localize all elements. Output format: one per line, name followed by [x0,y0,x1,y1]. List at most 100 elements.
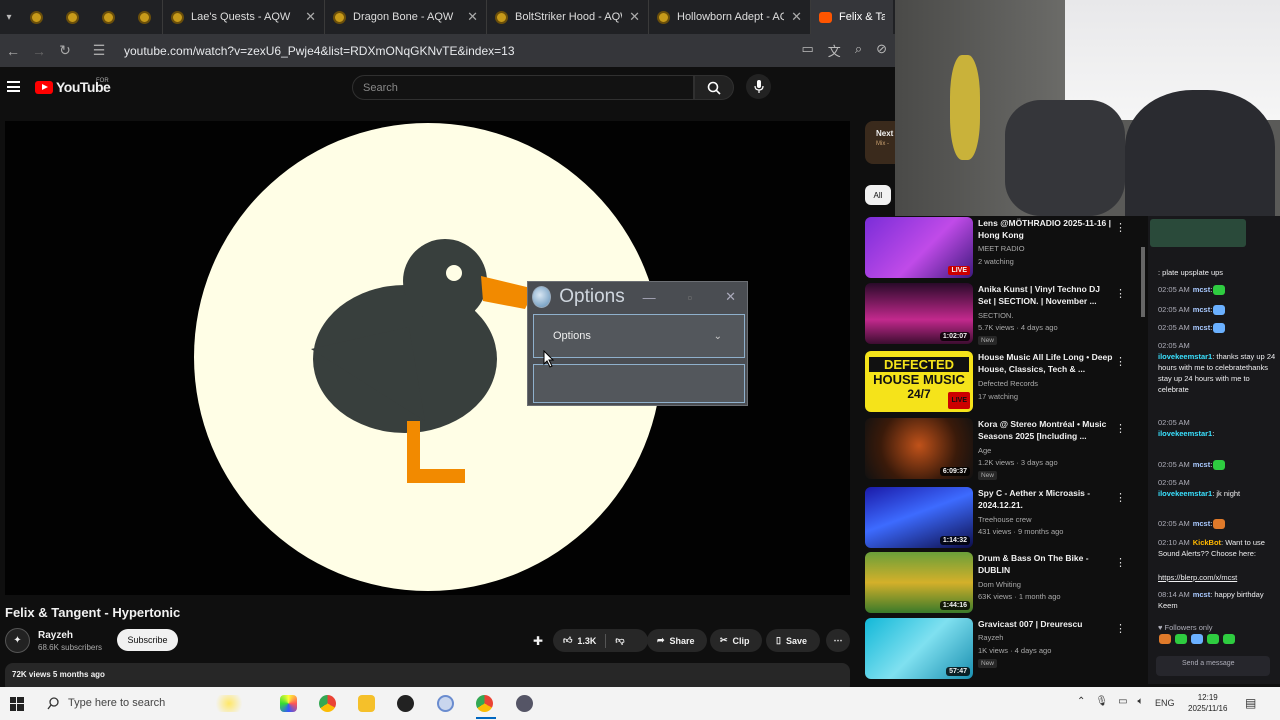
close-tab-icon[interactable]: ✕ [791,9,802,25]
back-icon[interactable]: ← [0,43,26,59]
recommendation-item[interactable]: 57:47 Gravicast 007 | Dreurescu Rayzeh 1… [865,618,1145,680]
video-thumbnail[interactable]: 1:02:07 [865,283,973,344]
channel-avatar[interactable]: ✦ [5,628,30,653]
close-icon[interactable]: ✕ [714,289,747,305]
recommendation-item[interactable]: 1:44:16 Drum & Bass On The Bike - DUBLIN… [865,552,1145,614]
video-thumbnail[interactable]: 1:14:32 [865,487,973,548]
chat-message: 02:05 AM mcst: [1158,518,1276,530]
video-thumbnail[interactable]: 6:09:37 [865,418,973,479]
recommendation-item[interactable]: LIVE Lens @MÖTHRADIO 2025-11-16 | Hong K… [865,217,1145,279]
search-input[interactable]: Search [352,75,694,100]
scrollbar-thumb [1141,247,1145,317]
url-field[interactable]: youtube.com/watch?v=zexU6_Pwje4&list=RDX… [124,44,802,58]
search-highlight-icon[interactable] [212,695,246,712]
tab-boltstriker-hood[interactable]: BoltStriker Hood - AQW ✕ [486,0,648,34]
site-info-icon[interactable]: ☰ [86,42,112,59]
search-button[interactable] [694,75,734,100]
close-tab-icon[interactable]: ✕ [305,9,316,25]
active-app-indicator [476,717,496,719]
more-vert-icon[interactable]: ⋮ [1115,355,1126,368]
webcam-person [1125,90,1275,216]
like-button[interactable]: 👍︎ 1.3K [563,635,596,646]
options-app-icon[interactable] [516,695,533,712]
video-thumbnail[interactable]: DEFECTED HOUSE MUSIC 24/7 LIVE [865,351,973,412]
dislike-button[interactable]: 👎︎ [615,635,624,646]
options-window[interactable]: Options — ▫ ✕ Options ⌄ [527,281,748,406]
clip-button[interactable]: ✂ Clip [710,629,762,652]
windows-taskbar: Type here to search ⌃ 🎙︎ ▭ 🔈︎ ENG 12:19 2… [0,687,1280,720]
speaker-icon[interactable]: 🔈︎ [1138,696,1144,707]
maximize-icon[interactable]: ▫ [673,290,706,305]
menu-icon[interactable] [7,81,20,92]
tab-hollowborn-adept[interactable]: Hollowborn Adept - AQW✕ [648,0,810,34]
taskbar-search-input[interactable]: Type here to search [68,697,165,709]
emote-icon [1213,285,1226,296]
windows-start-icon[interactable] [10,697,24,711]
pinned-tab-1[interactable] [18,0,54,34]
tab-laes-quests[interactable]: Lae's Quests - AQW ✕ [162,0,324,34]
taskbar-clock[interactable]: 12:19 2025/11/16 [1188,692,1227,714]
more-vert-icon[interactable]: ⋮ [1115,221,1126,234]
webcam-chair [1005,100,1125,216]
voice-search-button[interactable] [746,74,771,99]
file-explorer-icon[interactable] [358,695,375,712]
options-dropdown-value: Options [553,330,591,342]
video-thumbnail[interactable]: LIVE [865,217,973,278]
reload-icon[interactable]: ↻ [52,42,78,59]
recommendations-scrollbar[interactable] [1140,217,1146,685]
chrome-profile-icon[interactable] [476,695,493,712]
more-vert-icon[interactable]: ⋮ [1115,622,1126,635]
input-language[interactable]: ENG [1155,698,1175,708]
video-thumbnail[interactable]: 57:47 [865,618,973,679]
search-icon [707,81,721,95]
cast-icon[interactable]: ▭ [802,41,814,60]
emote-bar[interactable] [1158,634,1274,650]
app-icon[interactable] [437,695,454,712]
pinned-tab-3[interactable] [90,0,126,34]
options-empty-field[interactable] [533,364,745,403]
translate-icon[interactable]: 文 [828,41,841,60]
tab-dragon-bone[interactable]: Dragon Bone - AQW ✕ [324,0,486,34]
more-vert-icon[interactable]: ⋮ [1115,422,1126,435]
chip-all[interactable]: All [865,185,891,205]
recommendation-item[interactable]: 1:14:32 Spy C - Aether x Microasis - 202… [865,487,1145,549]
close-tab-icon[interactable]: ✕ [467,9,478,25]
more-actions-button[interactable]: ⋯ [826,629,850,652]
options-window-title: Options [559,286,625,307]
more-vert-icon[interactable]: ⋮ [1115,491,1126,504]
playlist-next-card[interactable]: Next Mix - [865,121,895,164]
puzzle-icon[interactable]: ✚ [533,634,543,648]
more-vert-icon[interactable]: ⋮ [1115,287,1126,300]
video-title: Felix & Tangent - Hypertonic [5,605,181,620]
chat-send-input[interactable]: Send a message [1156,656,1270,676]
microphone-icon[interactable]: 🎙︎ [1095,696,1108,707]
tab-felix-tangent[interactable]: Felix & Tange [810,0,893,34]
tab-search-chevron-icon[interactable]: ▾ [0,0,18,34]
channel-name[interactable]: Rayzeh [38,630,73,641]
steam-icon[interactable] [397,695,414,712]
recommendation-item[interactable]: DEFECTED HOUSE MUSIC 24/7 LIVE House Music … [865,351,1145,413]
more-vert-icon[interactable]: ⋮ [1115,556,1126,569]
close-tab-icon[interactable]: ✕ [629,9,640,25]
network-icon[interactable]: ▭ [1118,696,1127,707]
pinned-tab-4[interactable] [126,0,162,34]
notification-icon[interactable]: ▤ [1245,696,1256,710]
forward-icon[interactable]: → [26,43,52,59]
chrome-icon[interactable] [319,695,336,712]
share-button[interactable]: ➦ Share [647,629,707,652]
recommendation-item[interactable]: 1:02:07 Anika Kunst | Vinyl Techno DJ Se… [865,283,1145,345]
minimize-icon[interactable]: — [633,290,666,305]
copilot-icon[interactable] [280,695,297,712]
recommendation-item[interactable]: 6:09:37 Kora @ Stereo Montréal • Music S… [865,418,1145,480]
tray-chevron-icon[interactable]: ⌃ [1077,696,1085,707]
chat-link[interactable]: https://blerp.com/x/mcst [1158,572,1276,583]
pinned-tab-2[interactable] [54,0,90,34]
save-button[interactable]: ▯ Save [766,629,820,652]
aqw-favicon-icon [495,10,508,24]
zoom-icon[interactable]: ⌕ [855,41,862,60]
subscribe-button[interactable]: Subscribe [117,629,178,651]
tracking-protection-icon[interactable]: ⊘ [876,41,887,60]
video-thumbnail[interactable]: 1:44:16 [865,552,973,613]
options-dropdown[interactable]: Options ⌄ [533,314,745,358]
options-titlebar[interactable]: Options — ▫ ✕ [528,282,747,312]
